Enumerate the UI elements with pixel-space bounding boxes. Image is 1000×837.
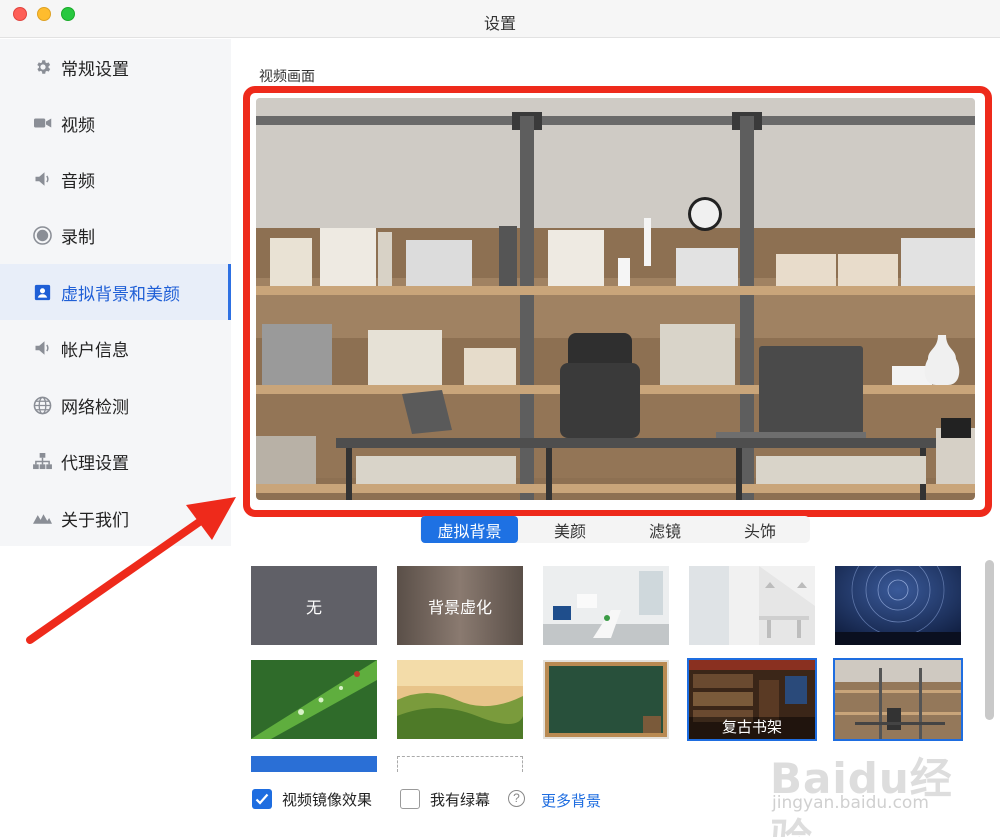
sidebar-item-label: 视频 [61, 115, 95, 135]
sidebar-item-label: 录制 [61, 227, 95, 247]
background-option-starry-sky[interactable] [835, 566, 961, 645]
person-card-icon [33, 283, 52, 302]
sidebar-item-label: 虚拟背景和美颜 [61, 284, 180, 304]
background-option-label: 复古书架 [689, 717, 815, 739]
sidebar-item-label: 代理设置 [61, 453, 129, 473]
globe-icon [33, 396, 52, 415]
background-option-chalkboard[interactable] [543, 660, 669, 739]
tab-headwear[interactable]: 头饰 [720, 516, 800, 543]
sidebar-item-video[interactable]: 视频 [0, 95, 231, 151]
background-option-white-office[interactable] [689, 566, 815, 645]
green-screen-label: 我有绿幕 [430, 791, 491, 809]
background-option-office-room[interactable] [543, 566, 669, 645]
help-icon[interactable]: ? [508, 790, 525, 807]
video-preview-label: 视频画面 [259, 68, 315, 84]
background-option-none[interactable]: 无 [251, 566, 377, 645]
mirror-video-checkbox[interactable] [252, 789, 272, 809]
gear-icon [33, 58, 52, 77]
mirror-video-option[interactable]: 视频镜像效果 [252, 787, 372, 811]
sidebar-item-label: 帐户信息 [61, 340, 129, 360]
sidebar-item-about[interactable]: 关于我们 [0, 490, 231, 546]
record-icon [33, 225, 52, 245]
title-bar: 设置 [0, 0, 1000, 38]
speaker-icon [33, 170, 52, 189]
sidebar-item-audio[interactable]: 音频 [0, 151, 231, 207]
tab-virtual-background[interactable]: 虚拟背景 [421, 516, 518, 543]
background-option-modern-bookshelf[interactable] [833, 658, 963, 741]
watermark-brand: Baidu经验 [770, 754, 953, 837]
tab-beauty[interactable]: 美颜 [530, 516, 610, 543]
background-option-hills[interactable] [397, 660, 523, 739]
background-option-green-leaf[interactable] [251, 660, 377, 739]
sidebar-item-label: 音频 [61, 171, 95, 191]
thumbnails-scrollbar[interactable] [985, 560, 994, 720]
add-background-button[interactable] [397, 756, 523, 772]
sidebar-item-label: 网络检测 [61, 397, 129, 417]
effects-tabbar: 虚拟背景 美颜 滤镜 头饰 [420, 516, 810, 543]
video-camera-icon [33, 114, 52, 133]
tab-filter[interactable]: 滤镜 [625, 516, 705, 543]
green-screen-option[interactable]: 我有绿幕 [400, 787, 490, 811]
preview-highlight-box [243, 86, 992, 517]
settings-sidebar: 常规设置 视频 音频 录制 虚拟背景和美颜 帐户信息 网络检测 代理设置 关于我… [0, 39, 231, 546]
sidebar-item-proxy[interactable]: 代理设置 [0, 433, 231, 489]
sidebar-item-virtual-background[interactable]: 虚拟背景和美颜 [0, 264, 231, 320]
sidebar-item-label: 关于我们 [61, 510, 129, 530]
background-option-blue[interactable] [251, 756, 377, 772]
mirror-video-label: 视频镜像效果 [282, 791, 373, 809]
background-option-vintage-bookshelf[interactable]: 复古书架 [687, 658, 817, 741]
sidebar-item-account[interactable]: 帐户信息 [0, 320, 231, 376]
green-screen-checkbox[interactable] [400, 789, 420, 809]
background-option-blur[interactable]: 背景虚化 [397, 566, 523, 645]
background-option-label: 背景虚化 [427, 599, 492, 617]
sidebar-item-network-test[interactable]: 网络检测 [0, 377, 231, 433]
network-tree-icon [33, 452, 52, 471]
sidebar-item-general[interactable]: 常规设置 [0, 39, 231, 95]
watermark-url: jingyan.baidu.com [772, 793, 929, 813]
watermark: Baidu经验 jingyan.baidu.com [760, 745, 960, 837]
speaker-icon [33, 339, 52, 358]
logo-icon [33, 509, 52, 528]
sidebar-item-label: 常规设置 [61, 59, 129, 79]
background-option-label: 无 [305, 599, 322, 617]
window-title: 设置 [483, 16, 516, 33]
more-backgrounds-link[interactable]: 更多背景 [541, 790, 601, 811]
sidebar-item-recording[interactable]: 录制 [0, 207, 231, 263]
